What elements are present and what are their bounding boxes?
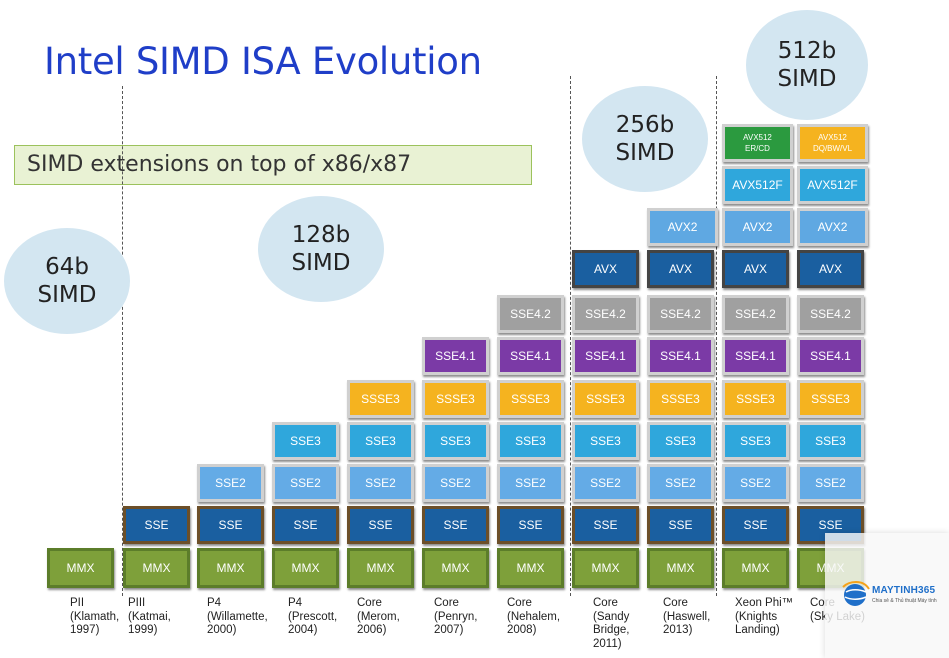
sse41-block: SSE4.1 xyxy=(572,337,639,375)
sse2-block: SSE2 xyxy=(797,464,864,502)
sse2-block: SSE2 xyxy=(497,464,564,502)
sse2-block: SSE2 xyxy=(647,464,714,502)
processor-label: PIII (Katmai, 1999) xyxy=(128,597,171,636)
bubble-64b-simd: 64b SIMD xyxy=(4,228,130,334)
ssse3-block: SSSE3 xyxy=(497,380,564,418)
bubble-512b-simd: 512b SIMD xyxy=(746,10,868,120)
sse-block: SSE xyxy=(647,506,714,544)
bubble-64b-width: 64b xyxy=(45,254,89,280)
ssse3-block: SSSE3 xyxy=(422,380,489,418)
mmx-block: MMX xyxy=(647,548,714,588)
sse41-block: SSE4.1 xyxy=(647,337,714,375)
mmx-block: MMX xyxy=(272,548,339,588)
bubble-512b-width: 512b xyxy=(777,38,837,64)
sse3-block: SSE3 xyxy=(272,422,339,460)
sse42-block: SSE4.2 xyxy=(797,295,864,333)
logo-name: MAYTINH365 xyxy=(872,585,936,596)
sse41-block: SSE4.1 xyxy=(797,337,864,375)
bubble-256b-label: SIMD xyxy=(615,140,675,166)
bubble-128b-width: 128b xyxy=(291,222,351,248)
sse41-block: SSE4.1 xyxy=(497,337,564,375)
bubble-256b-width: 256b xyxy=(615,112,675,138)
sse-block: SSE xyxy=(572,506,639,544)
sse-block: SSE xyxy=(197,506,264,544)
avx-block: AVX xyxy=(797,250,864,288)
avx2-block: AVX2 xyxy=(797,208,868,246)
avx512f-block: AVX512F xyxy=(722,166,793,204)
mmx-block: MMX xyxy=(422,548,489,588)
sse3-block: SSE3 xyxy=(347,422,414,460)
sse42-block: SSE4.2 xyxy=(572,295,639,333)
sse42-block: SSE4.2 xyxy=(722,295,789,333)
avx-block: AVX xyxy=(572,250,639,288)
avx2-block: AVX2 xyxy=(647,208,718,246)
mmx-block: MMX xyxy=(197,548,264,588)
sse3-block: SSE3 xyxy=(797,422,864,460)
processor-label: Core (Penryn, 2007) xyxy=(434,597,478,636)
sse3-block: SSE3 xyxy=(647,422,714,460)
bubble-512b-label: SIMD xyxy=(777,66,837,92)
page-title: Intel SIMD ISA Evolution xyxy=(44,40,482,83)
bubble-128b-label: SIMD xyxy=(291,250,351,276)
avx512dq-block: AVX512 DQ/BW/VL xyxy=(797,124,868,162)
ssse3-block: SSSE3 xyxy=(722,380,789,418)
sse3-block: SSE3 xyxy=(422,422,489,460)
sse2-block: SSE2 xyxy=(272,464,339,502)
mmx-block: MMX xyxy=(47,548,114,588)
sse41-block: SSE4.1 xyxy=(422,337,489,375)
processor-label: P4 (Prescott, 2004) xyxy=(288,597,338,636)
sse2-block: SSE2 xyxy=(347,464,414,502)
sse41-block: SSE4.1 xyxy=(722,337,789,375)
processor-label: Xeon Phi™ (Knights Landing) xyxy=(735,597,794,636)
sse2-block: SSE2 xyxy=(572,464,639,502)
sse3-block: SSE3 xyxy=(722,422,789,460)
ssse3-block: SSSE3 xyxy=(572,380,639,418)
sse-block: SSE xyxy=(722,506,789,544)
avx512er-block: AVX512 ER/CD xyxy=(722,124,793,162)
avx-block: AVX xyxy=(722,250,789,288)
logo-tagline: Chia sẻ & Thủ thuật Máy tính xyxy=(872,598,937,604)
sse-block: SSE xyxy=(422,506,489,544)
bubble-64b-label: SIMD xyxy=(37,282,97,308)
sse3-block: SSE3 xyxy=(497,422,564,460)
mmx-block: MMX xyxy=(722,548,789,588)
ssse3-block: SSSE3 xyxy=(647,380,714,418)
sse42-block: SSE4.2 xyxy=(647,295,714,333)
sse3-block: SSE3 xyxy=(572,422,639,460)
processor-label: Core (Haswell, 2013) xyxy=(663,597,711,636)
sse-block: SSE xyxy=(272,506,339,544)
avx512f-block: AVX512F xyxy=(797,166,868,204)
sse42-block: SSE4.2 xyxy=(497,295,564,333)
mmx-block: MMX xyxy=(347,548,414,588)
sse2-block: SSE2 xyxy=(722,464,789,502)
divider-128-256 xyxy=(570,76,571,596)
divider-256-512 xyxy=(716,76,717,596)
processor-label: Core (Sandy Bridge, 2011) xyxy=(593,597,630,650)
avx2-block: AVX2 xyxy=(722,208,793,246)
bubble-128b-simd: 128b SIMD xyxy=(258,196,384,302)
sse-block: SSE xyxy=(123,506,190,544)
bubble-256b-simd: 256b SIMD xyxy=(582,86,708,192)
avx-block: AVX xyxy=(647,250,714,288)
processor-label: P4 (Willamette, 2000) xyxy=(207,597,268,636)
processor-label: Core (Merom, 2006) xyxy=(357,597,400,636)
ssse3-block: SSSE3 xyxy=(347,380,414,418)
sse-block: SSE xyxy=(347,506,414,544)
mmx-block: MMX xyxy=(572,548,639,588)
sse2-block: SSE2 xyxy=(422,464,489,502)
globe-icon xyxy=(842,581,870,606)
processor-label: Core (Nehalem, 2008) xyxy=(507,597,561,636)
sse2-block: SSE2 xyxy=(197,464,264,502)
subtitle-box: SIMD extensions on top of x86/x87 xyxy=(14,145,532,185)
ssse3-block: SSSE3 xyxy=(797,380,864,418)
mmx-block: MMX xyxy=(123,548,190,588)
mmx-block: MMX xyxy=(497,548,564,588)
watermark-logo: MAYTINH365 Chia sẻ & Thủ thuật Máy tính xyxy=(825,533,949,658)
sse-block: SSE xyxy=(497,506,564,544)
